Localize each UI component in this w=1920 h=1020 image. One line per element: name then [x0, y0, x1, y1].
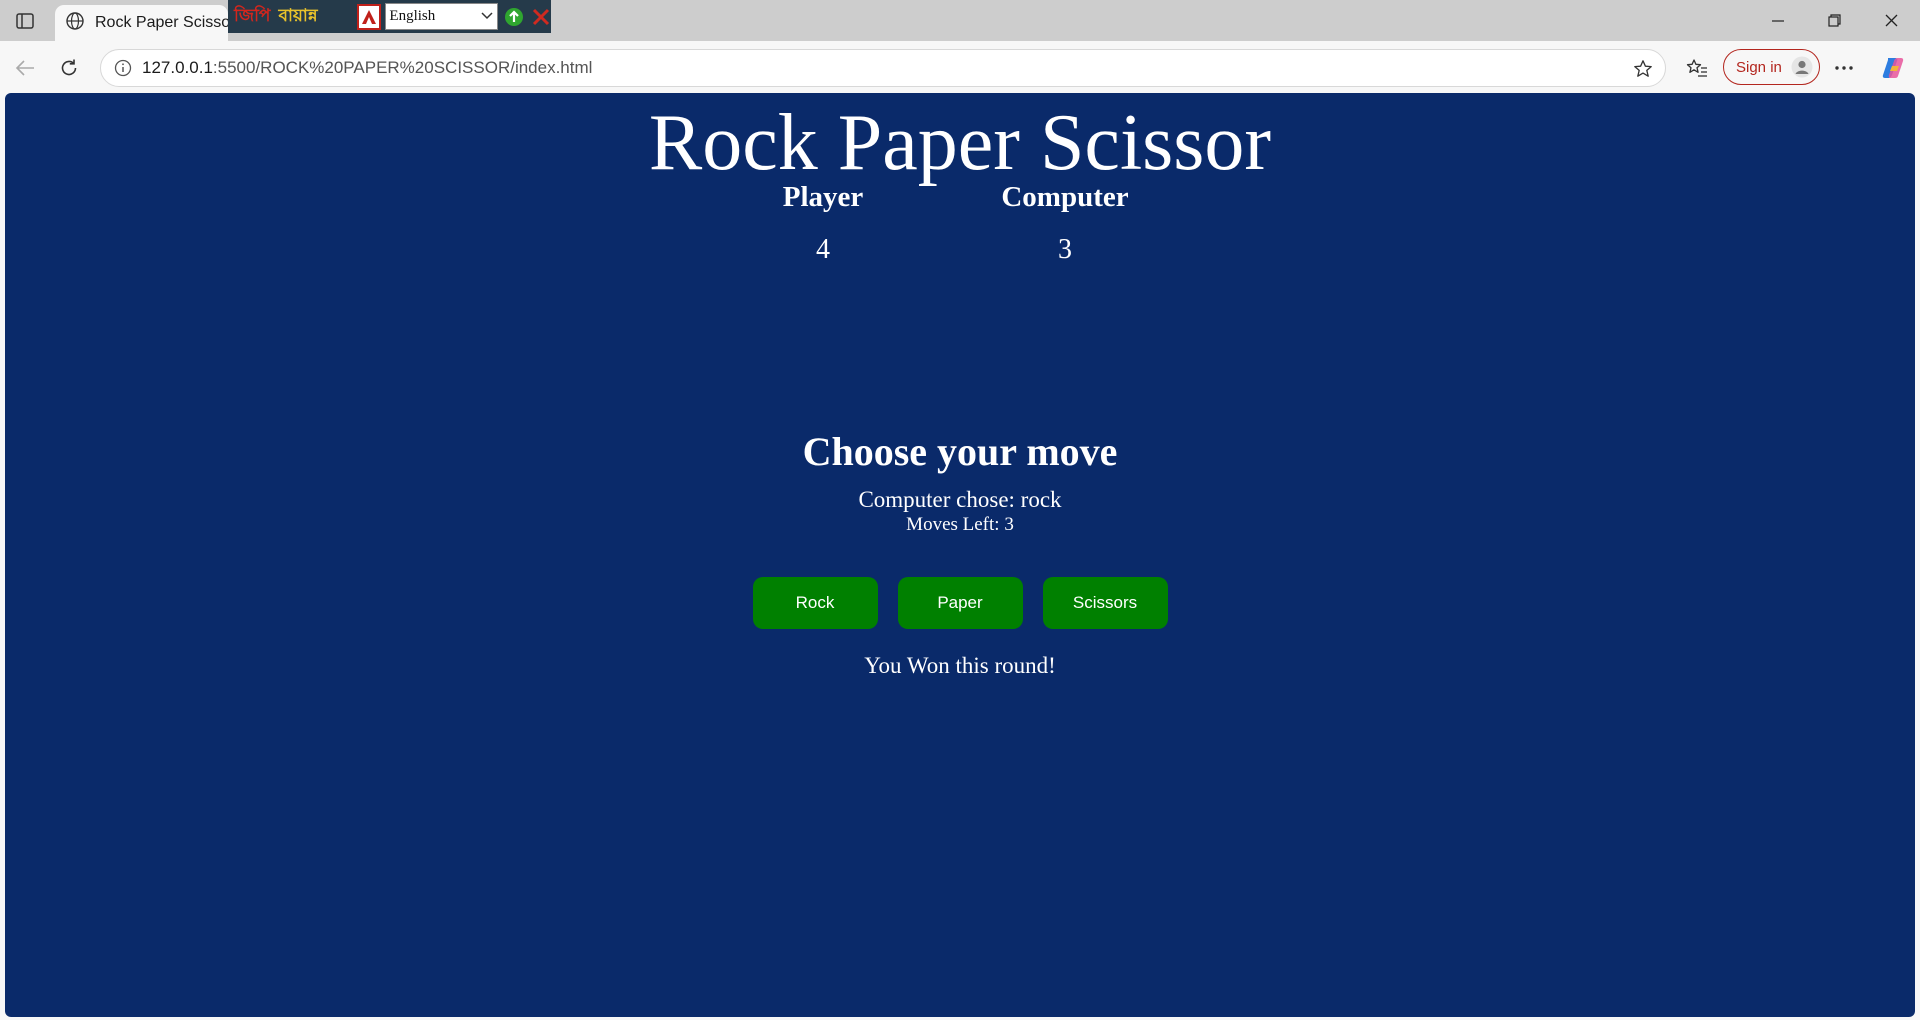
bangla-extension-logo[interactable]: জিপি বায়ান্ন — [228, 0, 347, 33]
copilot-icon[interactable] — [1876, 51, 1910, 85]
sign-in-button[interactable]: Sign in — [1723, 49, 1820, 85]
url-host: 127.0.0.1 — [142, 58, 213, 77]
bangla-text-yellow: বায়ান্ন — [278, 5, 318, 26]
extension-logo-icon[interactable] — [356, 3, 382, 30]
info-icon[interactable] — [112, 57, 134, 79]
rock-button[interactable]: Rock — [752, 577, 878, 629]
language-select[interactable]: English — [385, 3, 498, 30]
window-controls — [1749, 0, 1920, 41]
add-icon[interactable] — [504, 6, 525, 28]
choose-move-heading: Choose your move — [802, 429, 1118, 474]
tab-title: Rock Paper Scissor — [95, 14, 236, 31]
minimize-icon[interactable] — [1749, 0, 1806, 41]
computer-label: Computer — [1001, 181, 1129, 213]
paper-button[interactable]: Paper — [897, 577, 1023, 629]
browser-tab[interactable]: Rock Paper Scissor — [55, 5, 236, 41]
browser-toolbar: 127.0.0.1:5500/ROCK%20PAPER%20SCISSOR/in… — [0, 41, 1920, 93]
avatar-icon — [1791, 56, 1813, 78]
computer-choice-text: Computer chose: rock — [858, 487, 1062, 512]
restore-icon[interactable] — [1806, 0, 1863, 41]
address-bar[interactable]: 127.0.0.1:5500/ROCK%20PAPER%20SCISSOR/in… — [100, 49, 1666, 87]
move-buttons: Rock Paper Scissors — [5, 577, 1915, 629]
chevron-down-icon — [481, 8, 493, 25]
scissors-button[interactable]: Scissors — [1042, 577, 1168, 629]
computer-score: 3 — [1058, 234, 1072, 265]
favorites-icon[interactable] — [1680, 51, 1714, 85]
sidebar-toggle-icon[interactable] — [11, 8, 39, 34]
title-bar: Rock Paper Scissor জিপি বায়ান্ন English — [0, 0, 1920, 41]
computer-score-panel: Computer 3 — [965, 179, 1165, 268]
language-select-value: English — [389, 8, 436, 24]
extension-toolbar: জিপি বায়ান্ন English — [228, 0, 551, 33]
close-window-icon[interactable] — [1863, 0, 1920, 41]
url-text[interactable]: 127.0.0.1:5500/ROCK%20PAPER%20SCISSOR/in… — [142, 58, 592, 78]
player-score-panel: Player 4 — [744, 179, 902, 268]
close-extension-icon[interactable] — [530, 6, 551, 28]
page-title: Rock Paper Scissor — [648, 99, 1272, 187]
game-page: Rock Paper Scissor Player 4 Computer 3 C… — [5, 93, 1915, 1017]
more-icon[interactable] — [1827, 51, 1861, 85]
back-arrow-icon[interactable] — [8, 51, 42, 85]
bangla-text-red: জিপি — [234, 5, 271, 26]
reload-icon[interactable] — [52, 51, 86, 85]
player-label: Player — [782, 181, 864, 213]
url-path: :5500/ROCK%20PAPER%20SCISSOR/index.html — [212, 58, 593, 77]
sign-in-label: Sign in — [1736, 58, 1782, 76]
player-score: 4 — [816, 234, 830, 265]
round-result-text: You Won this round! — [864, 653, 1056, 678]
moves-left-text: Moves Left: 3 — [906, 514, 1014, 535]
star-icon[interactable] — [1631, 57, 1655, 81]
globe-icon — [65, 11, 85, 36]
